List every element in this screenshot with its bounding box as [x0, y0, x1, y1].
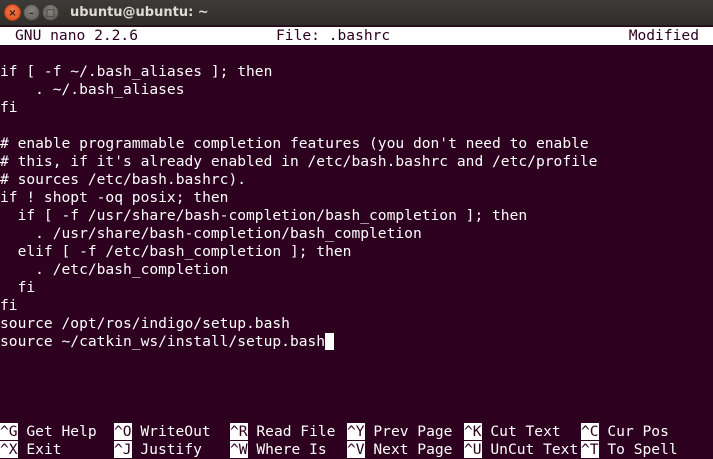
editor-line[interactable]: if [ -f /usr/share/bash-completion/bash_… [0, 207, 528, 225]
editor-line[interactable]: if ! shopt -oq posix; then [0, 189, 228, 207]
shortcut-to-spell[interactable]: ^T To Spell [581, 441, 678, 459]
shortcut-writeout[interactable]: ^O WriteOut [114, 423, 211, 441]
shortcut-justify[interactable]: ^J Justify [114, 441, 202, 459]
editor-line[interactable]: # enable programmable completion feature… [0, 135, 589, 153]
shortcut-bar-top: ^G Get Help ^O WriteOut ^R Read File ^Y … [0, 423, 713, 441]
shortcut-cut-text[interactable]: ^K Cut Text [464, 423, 561, 441]
shortcut-exit[interactable]: ^X Exit [0, 441, 62, 459]
shortcut-where-is[interactable]: ^W Where Is [230, 441, 327, 459]
shortcut-cur-pos[interactable]: ^C Cur Pos [581, 423, 669, 441]
text-cursor [325, 333, 335, 350]
editor-line[interactable]: if [ -f ~/.bash_aliases ]; then [0, 63, 272, 81]
editor-line[interactable]: fi [0, 279, 36, 297]
editor-line[interactable]: . /usr/share/bash-completion/bash_comple… [0, 225, 422, 243]
title-bar[interactable]: × – □ ubuntu@ubuntu: ~ [0, 0, 713, 26]
terminal-area[interactable]: GNU nano 2.2.6 File: .bashrc Modified if… [0, 26, 713, 459]
editor-line[interactable]: # this, if it's already enabled in /etc/… [0, 153, 597, 171]
shortcut-prev-page[interactable]: ^Y Prev Page [347, 423, 452, 441]
editor-line[interactable]: fi [0, 297, 18, 315]
shortcut-next-page[interactable]: ^V Next Page [347, 441, 452, 459]
editor-line[interactable]: # sources /etc/bash.bashrc). [0, 171, 246, 189]
editor-line[interactable]: elif [ -f /etc/bash_completion ]; then [0, 243, 352, 261]
editor-line[interactable]: source /opt/ros/indigo/setup.bash [0, 315, 290, 333]
nano-header: GNU nano 2.2.6 File: .bashrc Modified [0, 27, 713, 45]
editor-line[interactable]: . ~/.bash_aliases [0, 81, 184, 99]
nano-version: GNU nano 2.2.6 [15, 27, 139, 44]
close-button[interactable]: × [4, 4, 21, 21]
terminal-window: × – □ ubuntu@ubuntu: ~ GNU nano 2.2.6 Fi… [0, 0, 713, 459]
shortcut-get-help[interactable]: ^G Get Help [0, 423, 97, 441]
editor-line[interactable]: source ~/catkin_ws/install/setup.bash [0, 333, 335, 351]
editor-line[interactable]: fi [0, 99, 18, 117]
shortcut-read-file[interactable]: ^R Read File [230, 423, 335, 441]
nano-filename: File: .bashrc [276, 27, 391, 44]
maximize-button[interactable]: □ [42, 4, 59, 21]
window-title: ubuntu@ubuntu: ~ [70, 5, 209, 20]
editor-line[interactable]: . /etc/bash_completion [0, 261, 228, 279]
shortcut-uncut-text[interactable]: ^U UnCut Text [464, 441, 578, 459]
shortcut-bar-bottom: ^X Exit ^J Justify ^W Where Is ^V Next P… [0, 441, 713, 459]
nano-status: Modified [628, 27, 699, 44]
minimize-button[interactable]: – [23, 4, 40, 21]
